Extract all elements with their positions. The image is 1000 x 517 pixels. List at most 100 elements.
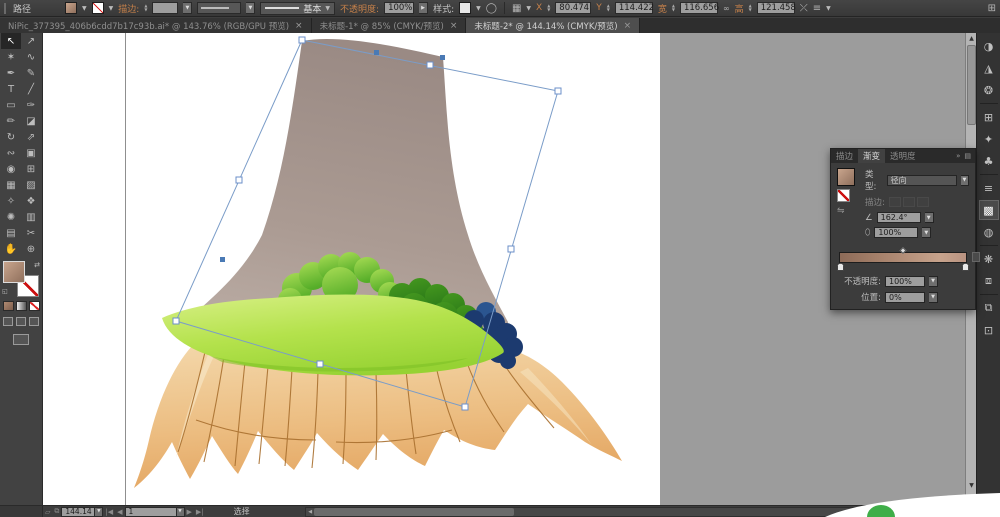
panel-collapse-icon[interactable]: »: [956, 152, 960, 160]
tool-rectangle[interactable]: ▭: [1, 97, 21, 113]
stop-opacity-dropdown-icon[interactable]: ▼: [929, 275, 938, 287]
tab-transparency-panel[interactable]: 透明度: [885, 149, 921, 163]
tab-document-1[interactable]: NiPic_377395_406b6cdd7b17c93b.ai* @ 143.…: [0, 18, 312, 33]
dock-transparency-icon[interactable]: ◍: [979, 222, 999, 242]
isolate-icon[interactable]: ≡: [813, 3, 821, 14]
profile-dropdown[interactable]: ▼: [246, 2, 256, 14]
tool-paintbrush[interactable]: ✑: [21, 97, 41, 113]
opacity-label[interactable]: 不透明度:: [340, 2, 379, 15]
stop-location-field[interactable]: 0%: [885, 291, 925, 303]
gradient-angle-field[interactable]: 162.4°: [876, 212, 921, 223]
tool-hand[interactable]: ✋: [1, 241, 21, 257]
gradient-stop-right[interactable]: [962, 263, 969, 271]
dock-recolor-artwork-icon[interactable]: ❂: [979, 80, 999, 100]
gradient-mode-button[interactable]: [15, 301, 27, 311]
tool-gradient[interactable]: ▨: [21, 177, 41, 193]
panel-menu-icon[interactable]: ▤: [964, 152, 971, 160]
dock-color-guide-icon[interactable]: ◮: [979, 58, 999, 78]
draw-behind-button[interactable]: [16, 317, 26, 326]
transform-w-label[interactable]: 宽: [658, 2, 667, 15]
align-grid-icon[interactable]: ▦: [512, 3, 521, 14]
transform-h-label[interactable]: 高: [735, 2, 744, 15]
align-dropdown-icon[interactable]: ▼: [526, 5, 531, 12]
tool-blend[interactable]: ❖: [21, 193, 41, 209]
h-stepper[interactable]: ▲ ▼: [749, 4, 752, 12]
dock-gradient-icon[interactable]: ▩: [978, 200, 999, 220]
draw-normal-button[interactable]: [3, 317, 13, 326]
color-mode-button[interactable]: [2, 301, 14, 311]
tool-width[interactable]: ∾: [1, 145, 21, 161]
tool-column-graph[interactable]: ▥: [21, 209, 41, 225]
tool-lasso[interactable]: ∿: [21, 49, 41, 65]
tool-direct-selection[interactable]: ↗: [21, 33, 41, 49]
tool-artboard[interactable]: ▤: [1, 225, 21, 241]
stroke-weight-dropdown[interactable]: ▼: [183, 2, 193, 14]
constrain-proportions-icon[interactable]: ∞: [723, 4, 730, 13]
stroke-weight-label[interactable]: 描边:: [118, 2, 139, 15]
gradient-type-select[interactable]: 径向: [886, 174, 957, 186]
location-dropdown-icon[interactable]: ▼: [929, 291, 938, 303]
transform-x-field[interactable]: 80.474: [555, 2, 592, 14]
gradient-fill-swatch[interactable]: [837, 168, 855, 186]
zoom-level-field[interactable]: 144.14: [61, 506, 96, 517]
tool-free-transform[interactable]: ▣: [21, 145, 41, 161]
tool-shape-builder[interactable]: ◉: [1, 161, 21, 177]
aspect-dropdown-icon[interactable]: ▼: [922, 227, 932, 238]
vertical-scroll-thumb[interactable]: [967, 45, 976, 125]
dock-layers-icon[interactable]: ⧉: [979, 298, 999, 318]
artboard-dropdown-icon[interactable]: ▼: [176, 506, 185, 517]
tab-stroke-panel[interactable]: 描边: [831, 149, 858, 163]
style-dropdown-icon[interactable]: ▼: [476, 5, 481, 12]
x-stepper[interactable]: ▲ ▼: [547, 4, 550, 12]
zoom-out-icon[interactable]: ▱: [45, 508, 50, 516]
tool-zoom[interactable]: ⊕: [21, 241, 41, 257]
tab-2-close-icon[interactable]: ×: [450, 21, 458, 31]
y-stepper[interactable]: ▲ ▼: [607, 4, 610, 12]
tool-pencil[interactable]: ✏: [1, 113, 21, 129]
tool-pen[interactable]: ✒: [1, 65, 21, 81]
tool-symbol-sprayer[interactable]: ✺: [1, 209, 21, 225]
gradient-midpoint-handle[interactable]: [899, 246, 907, 255]
panel-control-icon[interactable]: ⊞: [988, 3, 996, 14]
fill-color-swatch[interactable]: [65, 2, 78, 14]
prev-artboard-icon[interactable]: ◀: [117, 508, 122, 516]
transform-y-field[interactable]: 114.422: [614, 2, 654, 14]
stop-opacity-field[interactable]: 100%: [885, 275, 925, 287]
tool-scale[interactable]: ⇗: [21, 129, 41, 145]
stroke-dropdown-icon[interactable]: ▼: [109, 5, 114, 12]
w-stepper[interactable]: ▲ ▼: [672, 4, 675, 12]
document-setup-icon[interactable]: ◯: [486, 3, 497, 14]
tool-slice[interactable]: ✂: [21, 225, 41, 241]
default-fill-stroke-icon[interactable]: ◱: [2, 288, 8, 295]
tab-3-close-icon[interactable]: ×: [624, 21, 632, 31]
shear-icon[interactable]: ⤫: [800, 3, 808, 14]
gradient-type-dropdown-icon[interactable]: ▼: [960, 174, 969, 186]
transform-y-label[interactable]: Y: [596, 3, 602, 13]
brush-definition[interactable]: 基本 ▼: [260, 1, 336, 15]
variable-width-profile[interactable]: [197, 2, 242, 14]
tool-perspective-grid[interactable]: ⊞: [21, 161, 41, 177]
dock-color-icon[interactable]: ◑: [979, 36, 999, 56]
tab-1-close-icon[interactable]: ×: [295, 21, 303, 31]
tool-curvature[interactable]: ✎: [21, 65, 41, 81]
tool-eraser[interactable]: ◪: [21, 113, 41, 129]
dock-artboards-icon[interactable]: ⊡: [979, 320, 999, 340]
tab-gradient-panel[interactable]: 渐变: [858, 149, 886, 163]
stroke-color-swatch[interactable]: [91, 2, 104, 14]
tool-rotate[interactable]: ↻: [1, 129, 21, 145]
tool-eyedropper[interactable]: ✧: [1, 193, 21, 209]
tool-mesh[interactable]: ▦: [1, 177, 21, 193]
aspect-ratio-field[interactable]: 100%: [874, 227, 919, 238]
control-bar-grip[interactable]: [4, 2, 6, 14]
first-artboard-icon[interactable]: |◀: [105, 508, 113, 516]
zoom-preset-icon[interactable]: ⧉: [54, 507, 59, 516]
opacity-field[interactable]: 100%: [384, 2, 415, 14]
gradient-stroke-none-swatch[interactable]: [837, 189, 850, 202]
tool-magic-wand[interactable]: ✶: [1, 49, 21, 65]
next-artboard-icon[interactable]: ▶: [187, 508, 192, 516]
tab-document-3[interactable]: 未标题-2* @ 144.14% (CMYK/预览) ×: [466, 18, 641, 33]
tool-type[interactable]: T: [1, 81, 21, 97]
style-swatch[interactable]: [459, 2, 472, 14]
angle-dropdown-icon[interactable]: ▼: [924, 212, 934, 223]
opacity-dropdown[interactable]: ▶: [419, 2, 429, 14]
